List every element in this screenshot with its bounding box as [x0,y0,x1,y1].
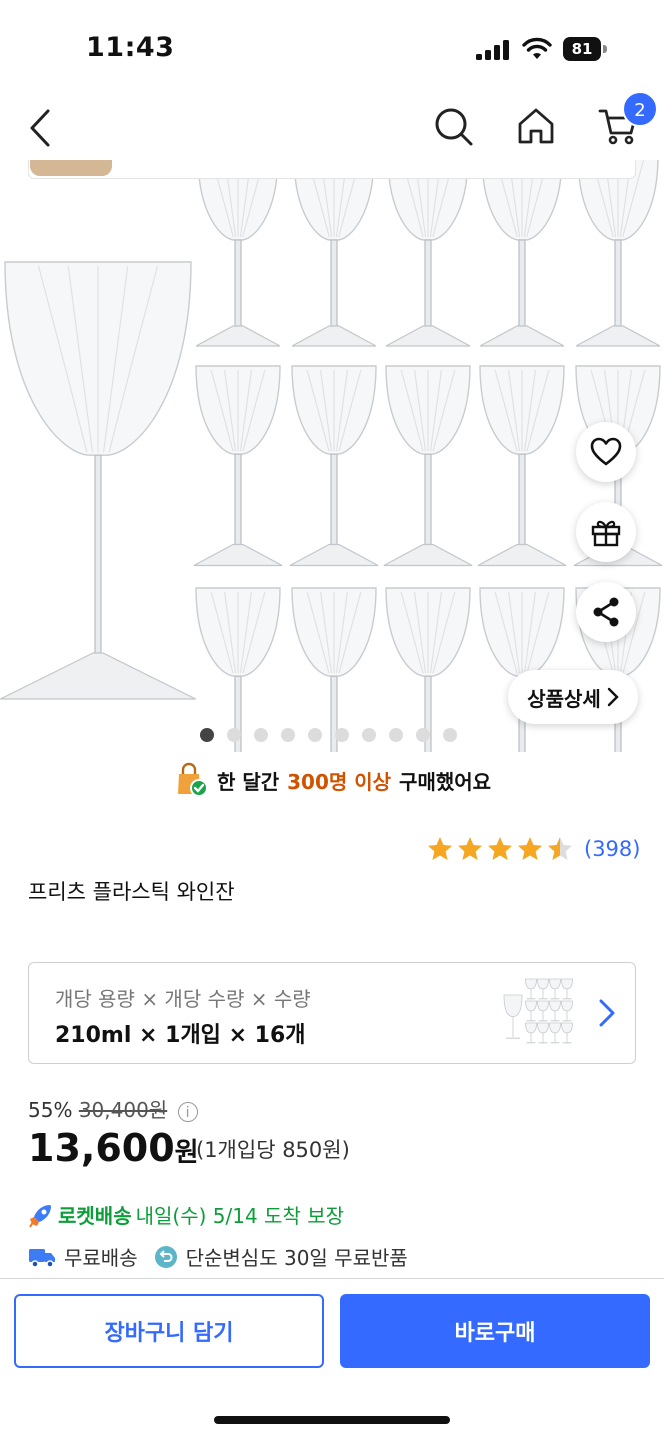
option-label: 개당 용량 × 개당 수량 × 수량 [55,987,311,1011]
chevron-left-icon [30,109,50,147]
mini-wine-glass [525,978,537,1000]
mini-wine-glass [503,994,523,1039]
buy-now-button[interactable]: 바로구매 [340,1294,650,1368]
small-wine-glass [477,365,567,567]
chevron-right-icon [599,999,615,1027]
star-icon [488,837,512,860]
rocket-icon [29,1204,51,1228]
gallery-dot[interactable] [362,728,376,742]
gallery-dot[interactable] [254,728,268,742]
truck-icon [29,1248,55,1268]
product-title: 프리츠 플라스틱 와인잔 [28,880,235,904]
proof-prefix: 한 달간 [216,769,280,794]
sale-price-amount: 13,600 [28,1126,175,1170]
star-icon [518,837,542,860]
mini-wine-glass [561,978,573,1000]
sale-price: 13,600원 [28,1126,199,1170]
mini-wine-glass [525,1022,537,1044]
wifi-icon [522,37,552,59]
product-image-gallery[interactable] [0,160,664,752]
home-icon [518,108,554,144]
home-button[interactable] [514,104,558,148]
previous-thumbnail [30,160,112,176]
mini-wine-glass [561,1022,573,1044]
bottom-bar-divider [0,1278,664,1279]
gift-icon [591,520,621,547]
mini-wine-glass [549,978,561,1000]
currency-unit: 원 [174,1138,199,1168]
mini-wine-glass [549,1022,561,1044]
rocket-delivery-row: 로켓배송 내일(수) 5/14 도착 보장 [28,1200,344,1229]
purchase-count-banner: 한 달간 300명 이상 구매했어요 [0,760,664,800]
small-wine-glass [383,365,473,567]
heart-icon [590,437,622,466]
discount-row: 55% 30,400원 i [28,1094,198,1123]
free-shipping-label: 무료배송 [64,1246,138,1270]
proof-highlight: 300명 이상 [287,769,392,794]
gallery-dot[interactable] [281,728,295,742]
product-image [0,160,663,752]
gallery-dot[interactable] [443,728,457,742]
star-rating [426,835,574,863]
gallery-dot[interactable] [389,728,403,742]
mini-wine-glass [525,1000,537,1022]
small-wine-glass [289,365,379,567]
star-icon [548,837,572,860]
rating[interactable]: (398) [426,832,640,866]
back-button[interactable] [20,106,60,150]
original-price: 30,400원 [78,1098,168,1122]
info-icon[interactable]: i [177,1101,198,1122]
small-wine-glass [193,365,283,567]
small-wine-glass [479,160,565,347]
cart-count-badge: 2 [622,91,658,127]
review-count[interactable]: (398) [584,837,640,861]
share-icon [593,597,619,627]
mini-wine-glass [537,978,549,1000]
proof-suffix: 구매했어요 [399,769,492,794]
mini-wine-glass [549,1000,561,1022]
option-selector[interactable]: 개당 용량 × 개당 수량 × 수량 210ml × 1개입 × 16개 [28,962,636,1064]
small-wine-glass [575,160,661,347]
mini-wine-glass [537,1022,549,1044]
gallery-dot[interactable] [200,728,214,742]
delivery-perks: 무료배송 단순변심도 30일 무료반품 [28,1242,408,1271]
add-to-cart-button[interactable]: 장바구니 담기 [14,1294,324,1368]
delivery-eta: 내일(수) 5/14 도착 보장 [135,1204,344,1228]
previous-section-edge [28,160,636,179]
gift-button[interactable] [576,502,636,562]
gallery-dot[interactable] [308,728,322,742]
mini-wine-glass [537,1000,549,1022]
unit-price: (1개입당 850원) [196,1138,350,1162]
gallery-dot[interactable] [335,728,349,742]
gallery-dot[interactable] [227,728,241,742]
gallery-dot[interactable] [416,728,430,742]
home-indicator [214,1416,450,1424]
gallery-pagination[interactable] [200,728,457,746]
status-time: 11:43 [86,32,175,63]
search-icon [435,108,473,146]
free-returns-label: 단순변심도 30일 무료반품 [185,1246,408,1270]
mini-wine-glass [561,1000,573,1022]
discount-rate: 55% [28,1098,73,1122]
chevron-right-icon [607,687,619,707]
share-button[interactable] [576,582,636,642]
option-value: 210ml × 1개입 × 16개 [55,1023,306,1048]
cellular-signal-icon [476,40,509,60]
return-icon [154,1245,177,1268]
large-wine-glass [0,261,196,700]
star-icon [458,837,482,860]
search-button[interactable] [432,105,476,149]
product-detail-label: 상품상세 [527,686,601,711]
small-wine-glass [195,160,281,347]
star-icon [428,837,452,860]
battery-level: 81 [563,37,601,61]
small-wine-glass [385,160,471,347]
battery-icon: 81 [563,37,609,61]
small-wine-glass [291,160,377,347]
rocket-delivery-label: 로켓배송 [58,1204,132,1228]
product-detail-button[interactable]: 상품상세 [508,670,638,724]
option-thumbnail [503,978,573,1044]
wishlist-button[interactable] [576,422,636,482]
shopping-bag-check-icon [177,762,208,797]
